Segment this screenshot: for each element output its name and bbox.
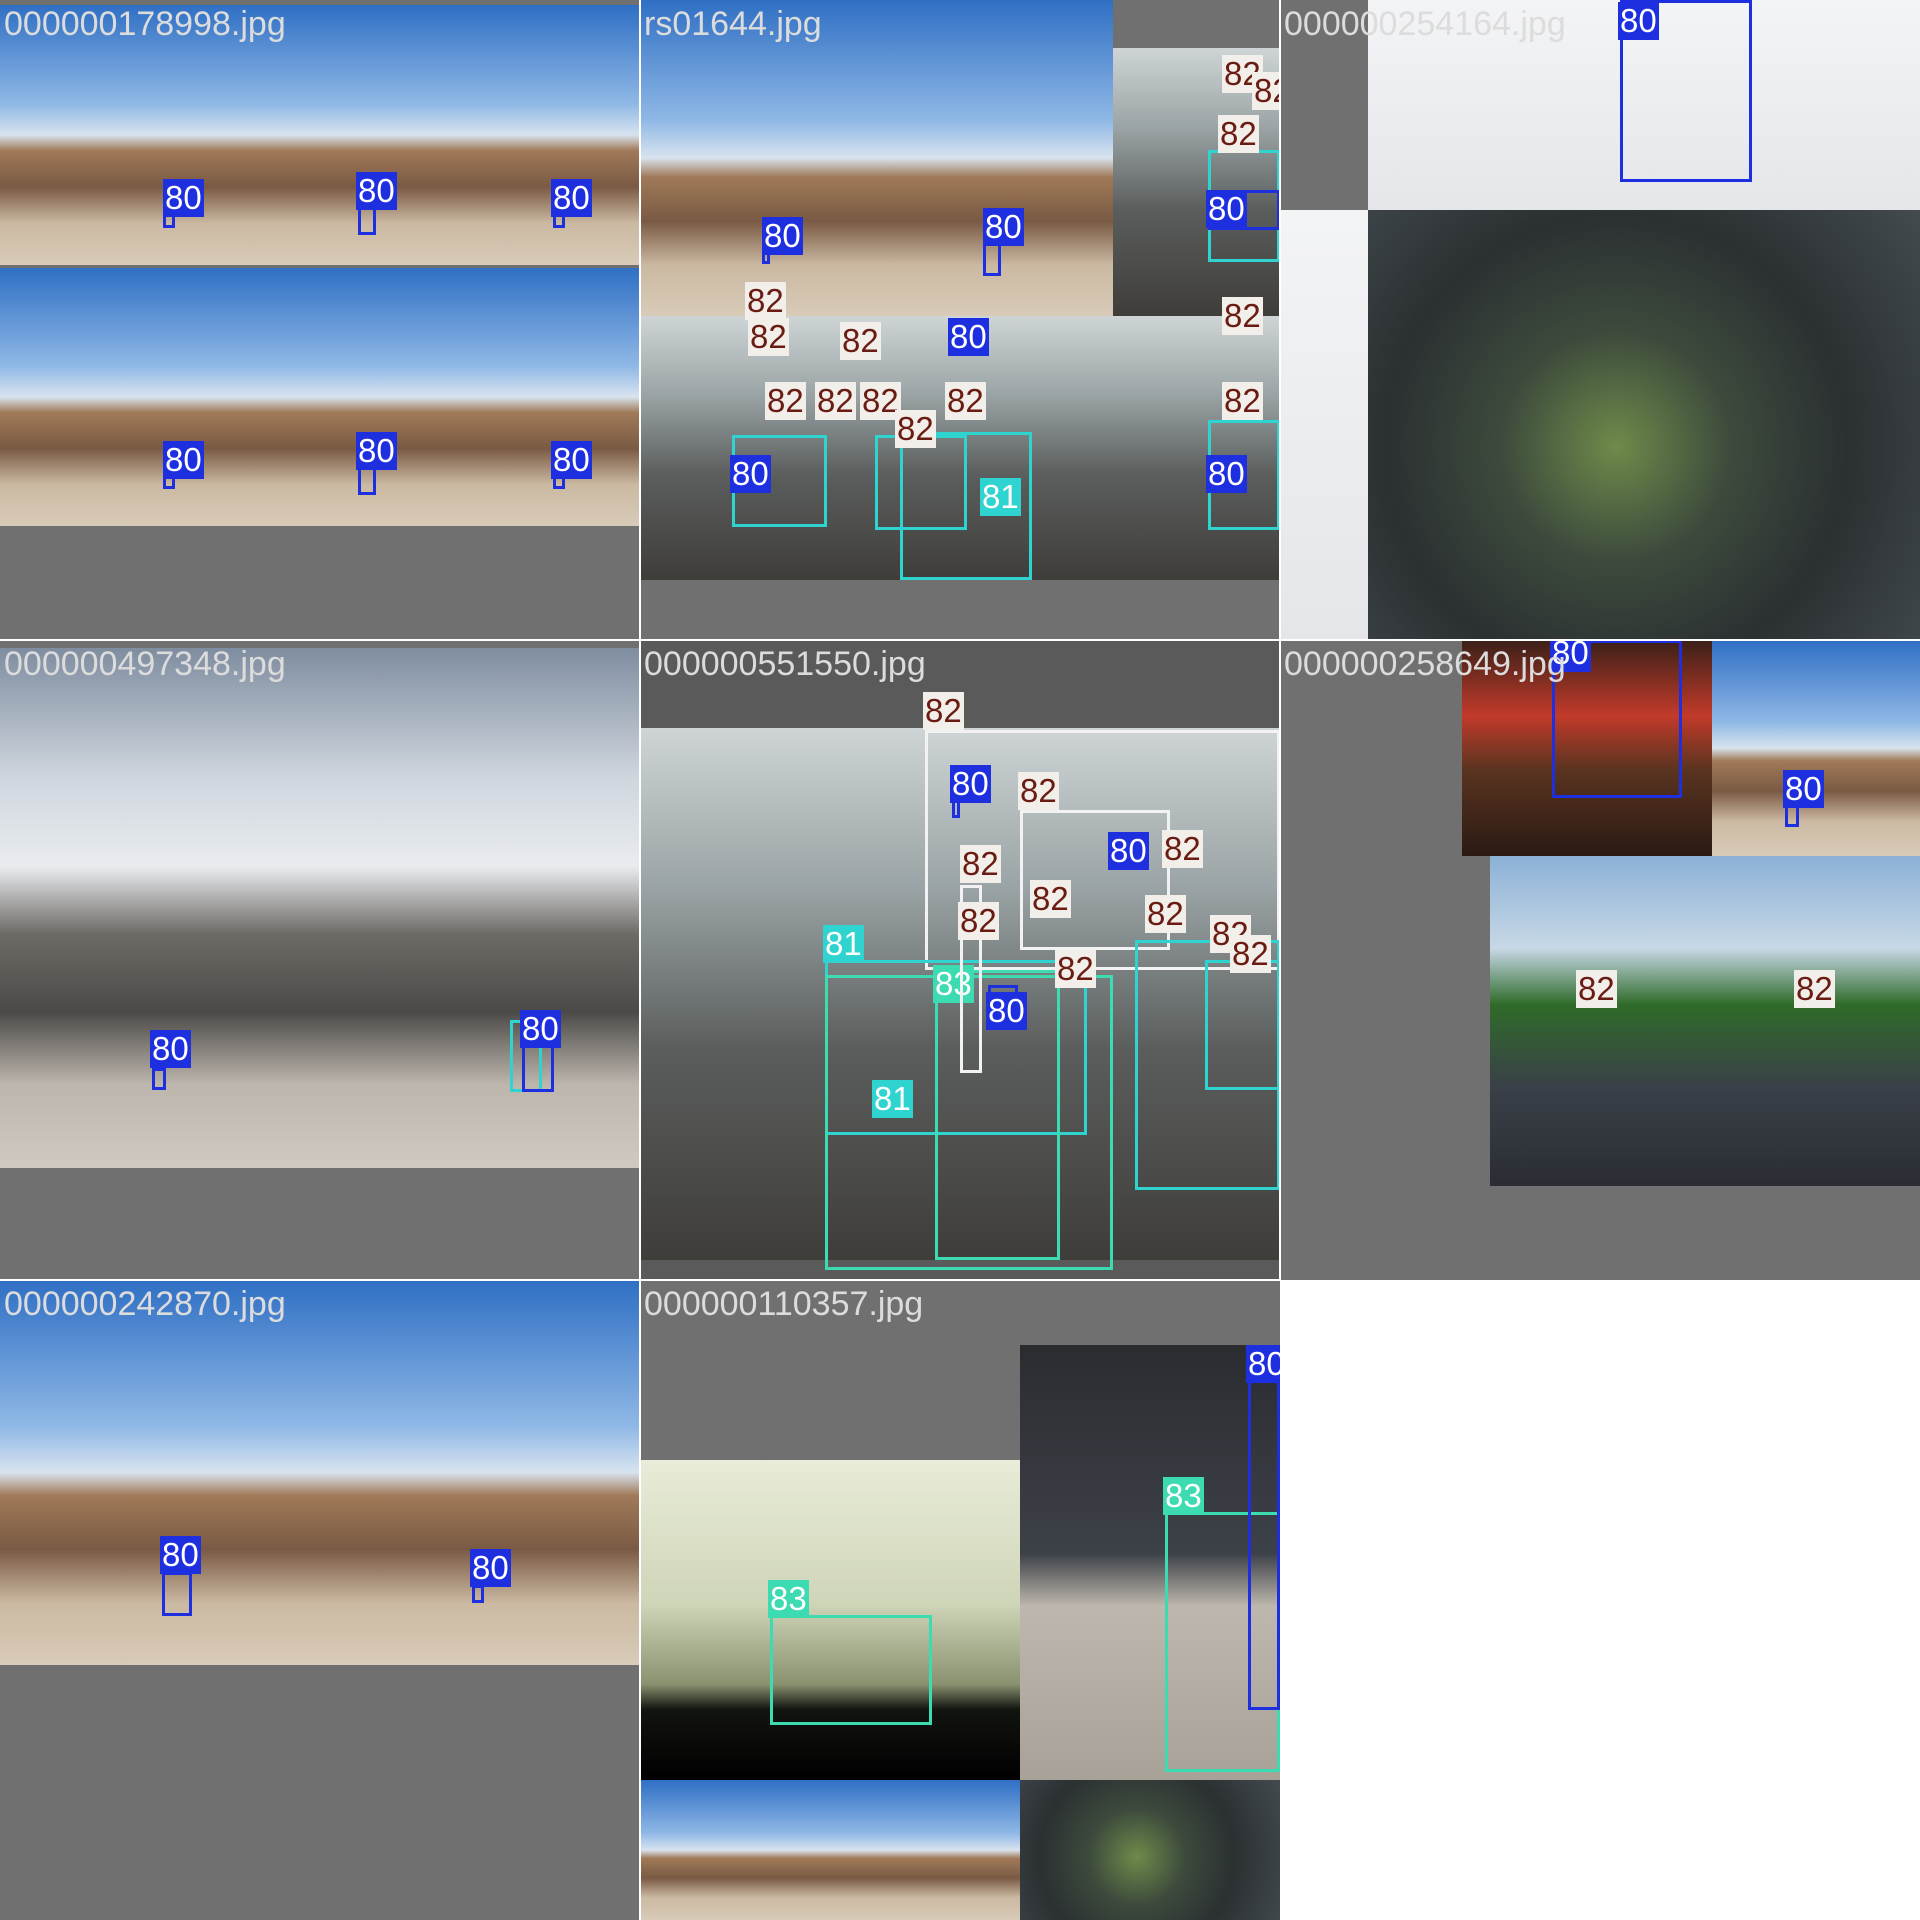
image-filename: 000000497348.jpg: [4, 645, 286, 683]
bbox-label: 83: [768, 1580, 809, 1618]
bbox-label: 82: [923, 692, 964, 730]
cabbage-leaf-image: [1368, 210, 1920, 640]
bbox-80: [1248, 1380, 1280, 1710]
bbox-label: 80: [150, 1030, 191, 1068]
bbox-label: 80: [983, 208, 1024, 246]
image-filename: 000000258649.jpg: [1284, 645, 1566, 683]
bbox-label: 82: [1030, 880, 1071, 918]
bbox-label: 80: [950, 765, 991, 803]
bbox-80: [1785, 805, 1799, 827]
mosaic-tile-5: 82 80 82 80 81 83 82 82 82 80 81 82 82 8…: [640, 640, 1280, 1280]
mosaic-tile-2: 80 80 80 82 82 82 80 81 80 82 82 82 82 8…: [640, 0, 1280, 640]
image-filename: 000000242870.jpg: [4, 1285, 286, 1323]
bbox-80: [472, 1585, 484, 1603]
bbox-label: 80: [163, 179, 204, 217]
snowy-forest-image: [1280, 210, 1368, 640]
road-sign-image: [1710, 856, 1920, 1186]
bbox-label: 80: [1246, 1345, 1280, 1383]
image-filename: 000000254164.jpg: [1284, 5, 1566, 43]
bbox-label: 82: [815, 382, 856, 420]
bbox-label: 80: [948, 318, 989, 356]
mountain-image: [1712, 640, 1920, 856]
bbox-label: 82: [745, 282, 786, 320]
bbox-label: 82: [895, 410, 936, 448]
bbox-label: 80: [551, 179, 592, 217]
bbox-81: [1205, 960, 1280, 1090]
bbox-label: 82: [960, 845, 1001, 883]
bbox-label: 80: [730, 455, 771, 493]
mosaic-tile-1: 80 80 80 80 80 80 000000178998.jpg: [0, 0, 640, 640]
bbox-label: 80: [1783, 770, 1824, 808]
bbox-label: 82: [748, 318, 789, 356]
bbox-label: 82: [765, 382, 806, 420]
bbox-label: 80: [1206, 190, 1247, 228]
bbox-label: 80: [1618, 2, 1659, 40]
bbox-label: 80: [986, 992, 1027, 1030]
bbox-label: 82: [1222, 382, 1263, 420]
bbox-label: 82: [1055, 950, 1096, 988]
bbox-label: 82: [1145, 895, 1186, 933]
mountain-image: [0, 1280, 640, 1665]
bbox-label: 83: [1163, 1477, 1204, 1515]
bbox-label: 80: [1206, 455, 1247, 493]
bbox-label: 82: [958, 902, 999, 940]
bbox-80: [162, 1572, 192, 1616]
mountain-image: [272, 5, 640, 265]
bbox-label: 80: [520, 1010, 561, 1048]
image-filename: 000000551550.jpg: [644, 645, 926, 683]
grid-divider: [639, 0, 641, 1920]
image-filename: rs01644.jpg: [644, 5, 822, 43]
bbox-80: [522, 1042, 554, 1092]
bbox-label: 82: [1218, 115, 1259, 153]
mountain-image: [272, 268, 640, 526]
bbox-label: 81: [872, 1080, 913, 1118]
grid-divider: [0, 1279, 1280, 1281]
road-sign-image: [1490, 856, 1710, 1186]
bbox-80: [152, 1068, 166, 1090]
mosaic-tile-3: 80 000000254164.jpg: [1280, 0, 1920, 640]
bbox-label: 80: [470, 1549, 511, 1587]
mosaic-tile-7: 80 80 000000242870.jpg: [0, 1280, 640, 1920]
bbox-label: 82: [840, 322, 881, 360]
bbox-label: 80: [551, 441, 592, 479]
bbox-83: [770, 1615, 932, 1725]
mosaic-tile-6: 80 80 82 82 000000258649.jpg: [1280, 640, 1920, 1280]
bbox-label: 81: [823, 925, 864, 963]
bbox-label: 80: [160, 1536, 201, 1574]
bbox-label: 82: [1252, 72, 1280, 110]
bbox-label: 80: [163, 441, 204, 479]
bbox-label: 80: [356, 432, 397, 470]
grid-divider: [0, 639, 1920, 641]
bbox-label: 82: [945, 382, 986, 420]
bbox-label: 82: [1576, 970, 1617, 1008]
bbox-label: 82: [1018, 772, 1059, 810]
mountain-image: [0, 268, 272, 526]
bbox-label: 80: [356, 172, 397, 210]
mosaic-tile-4: 80 80 000000497348.jpg: [0, 640, 640, 1280]
bbox-label: 82: [1222, 297, 1263, 335]
mountain-image: [640, 1780, 1020, 1920]
bbox-80: [983, 242, 1001, 276]
image-filename: 000000178998.jpg: [4, 5, 286, 43]
bbox-label: 81: [980, 478, 1021, 516]
bbox-label: 80: [1108, 832, 1149, 870]
mountain-image: [640, 0, 1113, 316]
image-filename: 000000110357.jpg: [644, 1285, 924, 1323]
bbox-label: 82: [1794, 970, 1835, 1008]
cabbage-leaf-image: [1020, 1780, 1280, 1920]
bbox-label: 82: [1230, 935, 1271, 973]
bbox-label: 80: [762, 217, 803, 255]
bbox-label: 82: [1162, 830, 1203, 868]
mosaic-tile-8: 83 83 80 000000110357.jpg: [640, 1280, 1280, 1920]
